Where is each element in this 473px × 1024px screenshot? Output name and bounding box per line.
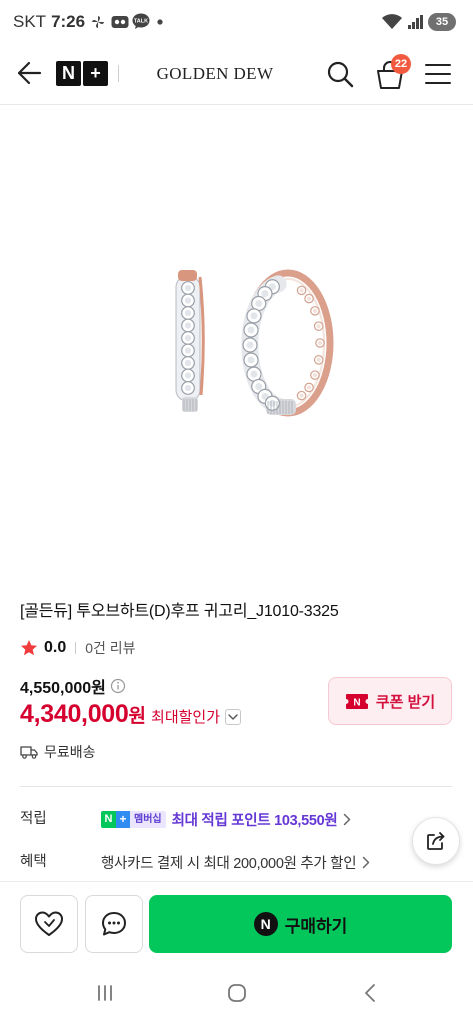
- earring-stone-facet: [184, 297, 192, 304]
- earring-stone-facet: [184, 322, 192, 329]
- back-arrow-icon[interactable]: [16, 61, 42, 85]
- points-row[interactable]: N + 멤버십 최대 적립 포인트 103,550원: [101, 808, 351, 830]
- coupon-label: 쿠폰 받기: [375, 693, 436, 711]
- earring-stone-facet: [312, 308, 318, 313]
- max-points-text: 최대 적립 포인트 103,550원: [171, 812, 338, 829]
- shipping-row: 무료배송: [20, 742, 96, 762]
- header-divider: [118, 65, 119, 82]
- earring-stone-facet: [306, 296, 312, 301]
- info-icon[interactable]: [110, 678, 126, 694]
- more-notifications-dot-icon: [157, 19, 163, 25]
- sale-price-unit: 원: [128, 706, 147, 727]
- chat-button[interactable]: [85, 895, 143, 953]
- earring-stone-facet: [299, 393, 304, 398]
- earring-stone-facet: [316, 357, 321, 362]
- carrier-label: SKT: [13, 12, 47, 31]
- app-notification-icon: [111, 16, 129, 28]
- nplus-logo-plus[interactable]: +: [83, 61, 108, 86]
- recent-apps-icon[interactable]: [96, 984, 114, 1002]
- coupon-icon-letter: N: [353, 697, 360, 708]
- back-icon[interactable]: [362, 983, 378, 1003]
- earring-stone-facet: [255, 382, 263, 390]
- earring-stone-facet: [184, 347, 192, 354]
- product-image[interactable]: [0, 105, 473, 585]
- earring-stone-facet: [312, 373, 318, 378]
- max-discount-label[interactable]: 최대할인가: [151, 706, 220, 727]
- earring-stone-facet: [184, 309, 192, 317]
- product-title: [골든듀] 투오브하트(D)후프 귀고리_J1010-3325: [20, 603, 339, 620]
- original-price-row: 4,550,000원: [20, 675, 126, 697]
- left-earring-rose-cap: [178, 270, 197, 281]
- rating-row[interactable]: 0.0 0건 리뷰: [20, 637, 136, 659]
- coupon-download-button[interactable]: N 쿠폰 받기: [328, 677, 452, 725]
- heart-icon: [35, 911, 63, 936]
- earrings-illustration: [175, 269, 334, 417]
- naver-pay-icon: N: [253, 912, 278, 936]
- buy-label: 구매하기: [284, 916, 348, 936]
- earring-stone-facet: [316, 324, 321, 329]
- wishlist-button[interactable]: [20, 895, 78, 953]
- wifi-icon: [382, 14, 402, 29]
- review-count[interactable]: 0건 리뷰: [85, 638, 135, 658]
- earring-stone-facet: [246, 341, 254, 349]
- nplus-membership-badge: N + 멤버십: [101, 810, 166, 828]
- earring-stone-facet: [184, 334, 192, 342]
- buy-button[interactable]: N 구매하기: [149, 895, 452, 953]
- earring-stone-facet: [268, 399, 276, 407]
- earring-stone-facet: [306, 385, 312, 390]
- status-clock-group: SKT 7:26: [13, 11, 85, 33]
- signal-icon: [408, 15, 423, 29]
- earring-stone-facet: [247, 326, 255, 334]
- rating-value: 0.0: [44, 639, 67, 656]
- card-discount-text: 행사카드 결제 시 최대 200,000원 추가 할인: [101, 855, 357, 872]
- earring-stone-facet: [317, 340, 323, 346]
- points-label: 적립: [20, 811, 47, 827]
- truck-icon: [20, 746, 38, 759]
- chevron-right-icon: [344, 813, 351, 825]
- earring-stone-facet: [255, 300, 263, 308]
- chevron-down-icon: [228, 713, 238, 720]
- battery-indicator: 35: [428, 13, 456, 31]
- clock: 7:26: [51, 12, 86, 31]
- earring-stone-facet: [184, 372, 192, 379]
- coupon-icon: N: [345, 693, 368, 709]
- earring-stone-facet: [299, 288, 304, 293]
- pinwheel-notification-icon: [92, 16, 104, 28]
- earring-stone-facet: [184, 384, 192, 392]
- home-icon[interactable]: [227, 983, 247, 1003]
- badge-n: N: [101, 810, 116, 828]
- card-benefit-row[interactable]: 행사카드 결제 시 최대 200,000원 추가 할인: [101, 851, 370, 873]
- badge-plus: +: [116, 810, 130, 828]
- star-icon: [21, 640, 37, 656]
- original-price: 4,550,000원: [20, 680, 106, 697]
- search-icon[interactable]: [326, 60, 354, 88]
- cart-count-badge: 22: [391, 54, 411, 74]
- badge-membership-text: 멤버십: [130, 810, 166, 828]
- earring-stone-facet: [184, 284, 192, 292]
- talk-label: TALK: [134, 19, 148, 25]
- sale-price: 4,340,000: [20, 700, 129, 728]
- kakaotalk-notification-icon: TALK: [132, 13, 150, 29]
- rating-separator: [75, 642, 77, 654]
- earring-stone-facet: [184, 359, 192, 367]
- chat-icon: [102, 912, 126, 936]
- shipping-text: 무료배송: [44, 744, 96, 760]
- discount-detail-toggle[interactable]: [225, 709, 242, 725]
- share-button[interactable]: [412, 817, 460, 865]
- earring-stone-facet: [250, 370, 258, 378]
- earring-stone-facet: [261, 290, 269, 298]
- benefit-label: 혜택: [20, 854, 47, 870]
- status-bar: SKT 7:26 TALK 35: [0, 0, 473, 44]
- earring-stone-facet: [247, 356, 255, 364]
- sale-price-row: 4,340,000 원 최대할인가: [20, 700, 242, 734]
- chevron-right-icon: [363, 856, 370, 868]
- section-divider: [20, 786, 452, 787]
- menu-icon[interactable]: [424, 60, 452, 88]
- brand-logo[interactable]: GOLDEN DEW: [140, 61, 290, 86]
- nplus-logo-n[interactable]: N: [56, 61, 81, 86]
- share-icon: [427, 832, 445, 850]
- earring-stone-facet: [250, 312, 258, 320]
